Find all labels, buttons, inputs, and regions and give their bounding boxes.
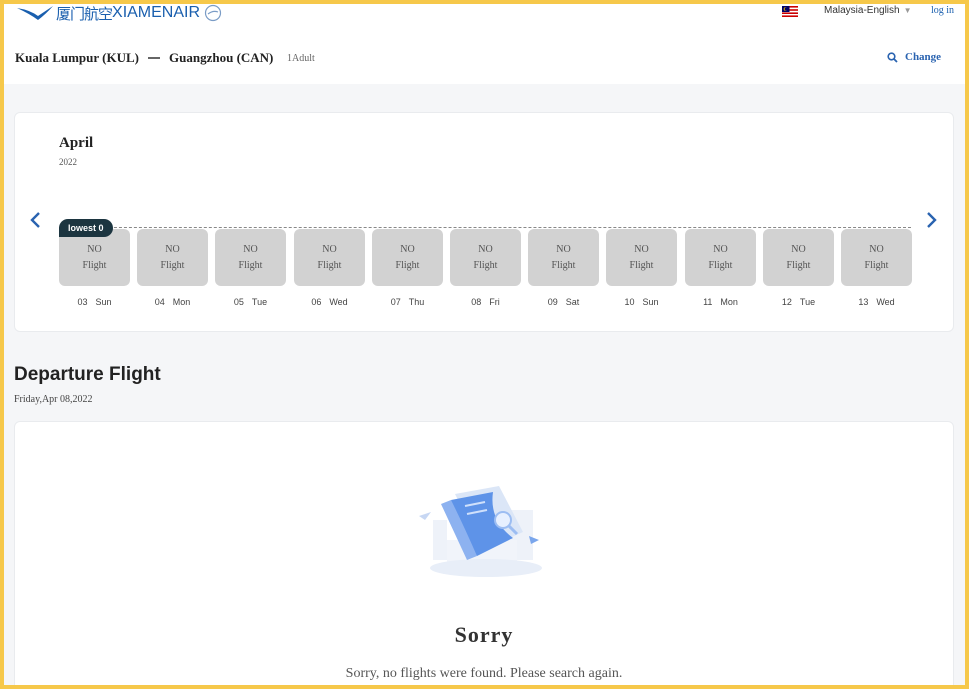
route-dash bbox=[148, 57, 161, 59]
no-flight-line1: NO bbox=[243, 243, 258, 255]
app-frame: 厦门航空 XIAMENAIR Malaysia-English ▼ log in … bbox=[4, 4, 965, 685]
results-card: Sorry Sorry, no flights were found. Plea… bbox=[14, 421, 954, 685]
chevron-down-icon: ▼ bbox=[903, 6, 912, 15]
origin-city: Kuala Lumpur (KUL) bbox=[15, 50, 140, 65]
date-label[interactable]: 05 Tue bbox=[215, 297, 286, 307]
logo-english-text: XIAMENAIR bbox=[112, 4, 201, 21]
no-flight-line2: Flight bbox=[551, 259, 576, 271]
weekday: Fri bbox=[489, 297, 500, 307]
passenger-count: 1Adult bbox=[287, 53, 315, 64]
no-results-illustration-icon bbox=[419, 486, 542, 577]
date-option[interactable]: NO Flight bbox=[215, 229, 286, 286]
no-flight-line2: Flight bbox=[317, 259, 342, 271]
date-label[interactable]: 13 Wed bbox=[841, 297, 912, 307]
no-flight-line1: NO bbox=[322, 243, 337, 255]
weekday: Sun bbox=[95, 297, 112, 307]
day-number: 05 bbox=[233, 297, 244, 307]
date-label[interactable]: 11 Mon bbox=[685, 297, 756, 307]
date-option[interactable]: NO Flight bbox=[137, 229, 208, 286]
date-label[interactable]: 10 Sun bbox=[606, 297, 677, 307]
date-label[interactable]: 07 Thu bbox=[372, 297, 443, 307]
date-option[interactable]: NO Flight bbox=[528, 229, 599, 286]
date-option[interactable]: NO Flight bbox=[372, 229, 443, 286]
top-bar: 厦门航空 XIAMENAIR Malaysia-English ▼ log in … bbox=[4, 4, 965, 84]
no-flight-line2: Flight bbox=[864, 259, 889, 271]
lowest-price-line bbox=[59, 227, 911, 228]
route-summary: Kuala Lumpur (KUL) Guangzhou (CAN) bbox=[15, 50, 273, 66]
no-flight-line2: Flight bbox=[82, 259, 107, 271]
day-number: 12 bbox=[781, 297, 792, 307]
day-number: 03 bbox=[77, 297, 88, 307]
date-option[interactable]: NO Flight bbox=[763, 229, 834, 286]
no-flight-line1: NO bbox=[634, 243, 649, 255]
no-flight-line1: NO bbox=[791, 243, 806, 255]
no-flight-line1: NO bbox=[869, 243, 884, 255]
weekday: Tue bbox=[799, 297, 816, 307]
destination-city: Guangzhou (CAN) bbox=[169, 50, 274, 65]
empty-state-title: Sorry bbox=[454, 622, 514, 647]
login-link[interactable]: log in bbox=[931, 5, 954, 16]
no-flight-line2: Flight bbox=[160, 259, 185, 271]
no-flight-line2: Flight bbox=[473, 259, 498, 271]
weekday: Mon bbox=[720, 297, 738, 307]
malaysia-flag-icon bbox=[782, 6, 798, 17]
language-selector[interactable]: Malaysia-English ▼ bbox=[824, 5, 912, 16]
no-flight-line2: Flight bbox=[708, 259, 733, 271]
date-label[interactable]: 04 Mon bbox=[137, 297, 208, 307]
calendar-month: April bbox=[59, 135, 94, 151]
no-flight-line1: NO bbox=[556, 243, 571, 255]
day-number: 09 bbox=[547, 297, 558, 307]
change-label: Change bbox=[905, 51, 942, 63]
departure-date: Friday,Apr 08,2022 bbox=[14, 394, 93, 405]
day-number: 06 bbox=[311, 297, 322, 307]
no-flight-line1: NO bbox=[165, 243, 180, 255]
weekday: Tue bbox=[251, 297, 268, 307]
no-flight-line2: Flight bbox=[629, 259, 654, 271]
chevron-right-icon[interactable] bbox=[924, 211, 938, 229]
day-number: 13 bbox=[858, 297, 869, 307]
date-option[interactable]: NO Flight bbox=[841, 229, 912, 286]
weekday: Wed bbox=[876, 297, 895, 307]
weekday: Sat bbox=[565, 297, 580, 307]
date-label[interactable]: 08 Fri bbox=[450, 297, 521, 307]
no-flight-line1: NO bbox=[478, 243, 493, 255]
date-option[interactable]: NO Flight bbox=[685, 229, 756, 286]
date-label[interactable]: 09 Sat bbox=[528, 297, 599, 307]
date-option[interactable]: NO Flight bbox=[59, 229, 130, 286]
no-flight-line2: Flight bbox=[786, 259, 811, 271]
date-option[interactable]: NO Flight bbox=[450, 229, 521, 286]
day-number: 11 bbox=[703, 297, 713, 307]
section-title: Departure Flight bbox=[14, 364, 161, 385]
day-number: 08 bbox=[471, 297, 482, 307]
xiamenair-logo[interactable]: 厦门航空 XIAMENAIR bbox=[16, 4, 222, 24]
date-option[interactable]: NO Flight bbox=[606, 229, 677, 286]
logo-chinese-text: 厦门航空 bbox=[56, 4, 113, 23]
no-flight-line1: NO bbox=[400, 243, 415, 255]
date-option[interactable]: NO Flight bbox=[294, 229, 365, 286]
no-flight-line1: NO bbox=[87, 243, 102, 255]
language-label: Malaysia-English bbox=[824, 5, 900, 16]
weekday: Mon bbox=[172, 297, 191, 307]
day-number: 07 bbox=[390, 297, 401, 307]
skyteam-emblem-icon bbox=[204, 4, 222, 22]
weekday: Sun bbox=[642, 297, 659, 307]
day-number: 10 bbox=[624, 297, 635, 307]
egret-logo-icon bbox=[17, 6, 53, 20]
empty-state-message: Sorry, no flights were found. Please sea… bbox=[345, 666, 623, 681]
chevron-left-icon[interactable] bbox=[29, 211, 43, 229]
weekday: Thu bbox=[408, 297, 425, 307]
no-flight-line1: NO bbox=[713, 243, 728, 255]
change-search-button[interactable]: Change bbox=[887, 51, 941, 63]
date-label[interactable]: 03 Sun bbox=[59, 297, 130, 307]
day-number: 04 bbox=[154, 297, 165, 307]
no-flight-line2: Flight bbox=[395, 259, 420, 271]
weekday: Wed bbox=[329, 297, 348, 307]
lowest-price-badge: lowest 0 bbox=[59, 219, 113, 237]
date-calendar-card: April 2022 NO Flight 03 Sun NO Flight 04 Mon NO F… bbox=[14, 112, 954, 332]
no-flight-line2: Flight bbox=[238, 259, 263, 271]
date-label[interactable]: 12 Tue bbox=[763, 297, 834, 307]
date-label[interactable]: 06 Wed bbox=[294, 297, 365, 307]
calendar-year: 2022 bbox=[59, 157, 77, 167]
search-icon bbox=[887, 51, 898, 63]
